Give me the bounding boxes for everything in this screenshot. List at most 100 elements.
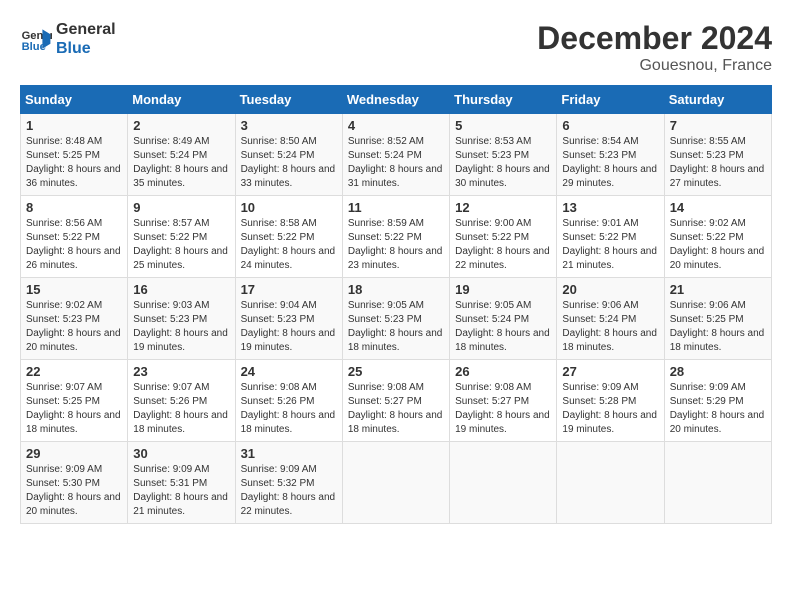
week-row: 29 Sunrise: 9:09 AMSunset: 5:30 PMDayligh… <box>21 442 772 524</box>
day-number: 27 <box>562 364 658 379</box>
week-row: 1Sunrise: 8:48 AMSunset: 5:25 PMDaylight… <box>21 114 772 196</box>
cell-content: Sunrise: 9:03 AMSunset: 5:23 PMDaylight:… <box>133 299 229 355</box>
calendar-cell: 31 Sunrise: 9:09 AMSunset: 5:32 PMDayligh… <box>235 442 342 524</box>
day-number: 25 <box>348 364 444 379</box>
logo-line2: Blue <box>56 39 116 58</box>
cell-content: Sunrise: 9:09 AMSunset: 5:31 PMDaylight:… <box>133 463 229 519</box>
cell-content: Sunrise: 8:52 AMSunset: 5:24 PMDaylight:… <box>348 135 444 191</box>
location: Gouesnou, France <box>537 57 772 75</box>
calendar-cell: 30Sunrise: 9:09 AMSunset: 5:31 PMDayligh… <box>128 442 235 524</box>
cell-content: Sunrise: 9:09 AMSunset: 5:28 PMDaylight:… <box>562 381 658 437</box>
calendar-cell: 20 Sunrise: 9:06 AMSunset: 5:24 PMDayligh… <box>557 278 664 360</box>
day-number: 3 <box>241 118 337 133</box>
calendar-cell: 21Sunrise: 9:06 AMSunset: 5:25 PMDayligh… <box>664 278 771 360</box>
calendar-cell: 15 Sunrise: 9:02 AMSunset: 5:23 PMDayligh… <box>21 278 128 360</box>
cell-content: Sunrise: 9:01 AMSunset: 5:22 PMDaylight:… <box>562 217 658 273</box>
day-number: 26 <box>455 364 551 379</box>
day-number: 6 <box>562 118 658 133</box>
day-number: 12 <box>455 200 551 215</box>
header-tuesday: Tuesday <box>235 86 342 114</box>
calendar-cell: 2 Sunrise: 8:49 AMSunset: 5:24 PMDaylight… <box>128 114 235 196</box>
calendar-cell: 13 Sunrise: 9:01 AMSunset: 5:22 PMDayligh… <box>557 196 664 278</box>
cell-content: Sunrise: 9:05 AMSunset: 5:24 PMDaylight:… <box>455 299 551 355</box>
cell-content: Sunrise: 8:58 AMSunset: 5:22 PMDaylight:… <box>241 217 337 273</box>
cell-content: Sunrise: 9:02 AMSunset: 5:23 PMDaylight:… <box>26 299 122 355</box>
day-number: 18 <box>348 282 444 297</box>
header-thursday: Thursday <box>450 86 557 114</box>
cell-content: Sunrise: 9:08 AMSunset: 5:27 PMDaylight:… <box>455 381 551 437</box>
day-number: 15 <box>26 282 122 297</box>
cell-content: Sunrise: 8:56 AMSunset: 5:22 PMDaylight:… <box>26 217 122 273</box>
cell-content: Sunrise: 9:05 AMSunset: 5:23 PMDaylight:… <box>348 299 444 355</box>
day-number: 2 <box>133 118 229 133</box>
month-title: December 2024 <box>537 20 772 57</box>
day-number: 23 <box>133 364 229 379</box>
calendar-cell: 12Sunrise: 9:00 AMSunset: 5:22 PMDayligh… <box>450 196 557 278</box>
day-number: 13 <box>562 200 658 215</box>
calendar-cell: 27 Sunrise: 9:09 AMSunset: 5:28 PMDayligh… <box>557 360 664 442</box>
calendar-cell: 1Sunrise: 8:48 AMSunset: 5:25 PMDaylight… <box>21 114 128 196</box>
day-number: 16 <box>133 282 229 297</box>
cell-content: Sunrise: 9:08 AMSunset: 5:26 PMDaylight:… <box>241 381 337 437</box>
week-row: 15 Sunrise: 9:02 AMSunset: 5:23 PMDayligh… <box>21 278 772 360</box>
calendar-cell: 19Sunrise: 9:05 AMSunset: 5:24 PMDayligh… <box>450 278 557 360</box>
calendar-cell <box>664 442 771 524</box>
calendar-cell <box>557 442 664 524</box>
logo-icon: General Blue <box>20 23 52 55</box>
calendar-cell: 25 Sunrise: 9:08 AMSunset: 5:27 PMDayligh… <box>342 360 449 442</box>
logo-line1: General <box>56 20 116 39</box>
day-number: 1 <box>26 118 122 133</box>
header-saturday: Saturday <box>664 86 771 114</box>
day-number: 8 <box>26 200 122 215</box>
cell-content: Sunrise: 9:07 AMSunset: 5:26 PMDaylight:… <box>133 381 229 437</box>
calendar-cell: 28Sunrise: 9:09 AMSunset: 5:29 PMDayligh… <box>664 360 771 442</box>
title-area: December 2024 Gouesnou, France <box>537 20 772 75</box>
calendar-cell <box>342 442 449 524</box>
header-friday: Friday <box>557 86 664 114</box>
cell-content: Sunrise: 9:09 AMSunset: 5:30 PMDaylight:… <box>26 463 122 519</box>
svg-text:Blue: Blue <box>22 41 46 53</box>
calendar-cell: 10Sunrise: 8:58 AMSunset: 5:22 PMDayligh… <box>235 196 342 278</box>
week-row: 22 Sunrise: 9:07 AMSunset: 5:25 PMDayligh… <box>21 360 772 442</box>
day-number: 9 <box>133 200 229 215</box>
day-number: 24 <box>241 364 337 379</box>
cell-content: Sunrise: 9:09 AMSunset: 5:29 PMDaylight:… <box>670 381 766 437</box>
header-wednesday: Wednesday <box>342 86 449 114</box>
cell-content: Sunrise: 8:49 AMSunset: 5:24 PMDaylight:… <box>133 135 229 191</box>
cell-content: Sunrise: 8:55 AMSunset: 5:23 PMDaylight:… <box>670 135 766 191</box>
day-number: 31 <box>241 446 337 461</box>
calendar-cell: 24 Sunrise: 9:08 AMSunset: 5:26 PMDayligh… <box>235 360 342 442</box>
cell-content: Sunrise: 9:07 AMSunset: 5:25 PMDaylight:… <box>26 381 122 437</box>
cell-content: Sunrise: 9:06 AMSunset: 5:25 PMDaylight:… <box>670 299 766 355</box>
logo: General Blue General Blue <box>20 20 116 58</box>
calendar-table: SundayMondayTuesdayWednesdayThursdayFrid… <box>20 85 772 524</box>
cell-content: Sunrise: 9:06 AMSunset: 5:24 PMDaylight:… <box>562 299 658 355</box>
cell-content: Sunrise: 9:04 AMSunset: 5:23 PMDaylight:… <box>241 299 337 355</box>
calendar-cell: 5Sunrise: 8:53 AMSunset: 5:23 PMDaylight… <box>450 114 557 196</box>
week-row: 8 Sunrise: 8:56 AMSunset: 5:22 PMDaylight… <box>21 196 772 278</box>
header-monday: Monday <box>128 86 235 114</box>
day-number: 4 <box>348 118 444 133</box>
calendar-cell: 8 Sunrise: 8:56 AMSunset: 5:22 PMDaylight… <box>21 196 128 278</box>
cell-content: Sunrise: 8:59 AMSunset: 5:22 PMDaylight:… <box>348 217 444 273</box>
day-number: 7 <box>670 118 766 133</box>
day-number: 29 <box>26 446 122 461</box>
calendar-cell: 23 Sunrise: 9:07 AMSunset: 5:26 PMDayligh… <box>128 360 235 442</box>
day-number: 11 <box>348 200 444 215</box>
calendar-cell: 3Sunrise: 8:50 AMSunset: 5:24 PMDaylight… <box>235 114 342 196</box>
day-number: 20 <box>562 282 658 297</box>
calendar-cell: 17 Sunrise: 9:04 AMSunset: 5:23 PMDayligh… <box>235 278 342 360</box>
calendar-cell: 9Sunrise: 8:57 AMSunset: 5:22 PMDaylight… <box>128 196 235 278</box>
day-number: 14 <box>670 200 766 215</box>
header-sunday: Sunday <box>21 86 128 114</box>
day-number: 22 <box>26 364 122 379</box>
header-row: SundayMondayTuesdayWednesdayThursdayFrid… <box>21 86 772 114</box>
day-number: 17 <box>241 282 337 297</box>
cell-content: Sunrise: 9:08 AMSunset: 5:27 PMDaylight:… <box>348 381 444 437</box>
calendar-cell: 11 Sunrise: 8:59 AMSunset: 5:22 PMDayligh… <box>342 196 449 278</box>
calendar-cell: 16 Sunrise: 9:03 AMSunset: 5:23 PMDayligh… <box>128 278 235 360</box>
cell-content: Sunrise: 9:09 AMSunset: 5:32 PMDaylight:… <box>241 463 337 519</box>
cell-content: Sunrise: 8:54 AMSunset: 5:23 PMDaylight:… <box>562 135 658 191</box>
calendar-cell: 14Sunrise: 9:02 AMSunset: 5:22 PMDayligh… <box>664 196 771 278</box>
calendar-cell: 18 Sunrise: 9:05 AMSunset: 5:23 PMDayligh… <box>342 278 449 360</box>
